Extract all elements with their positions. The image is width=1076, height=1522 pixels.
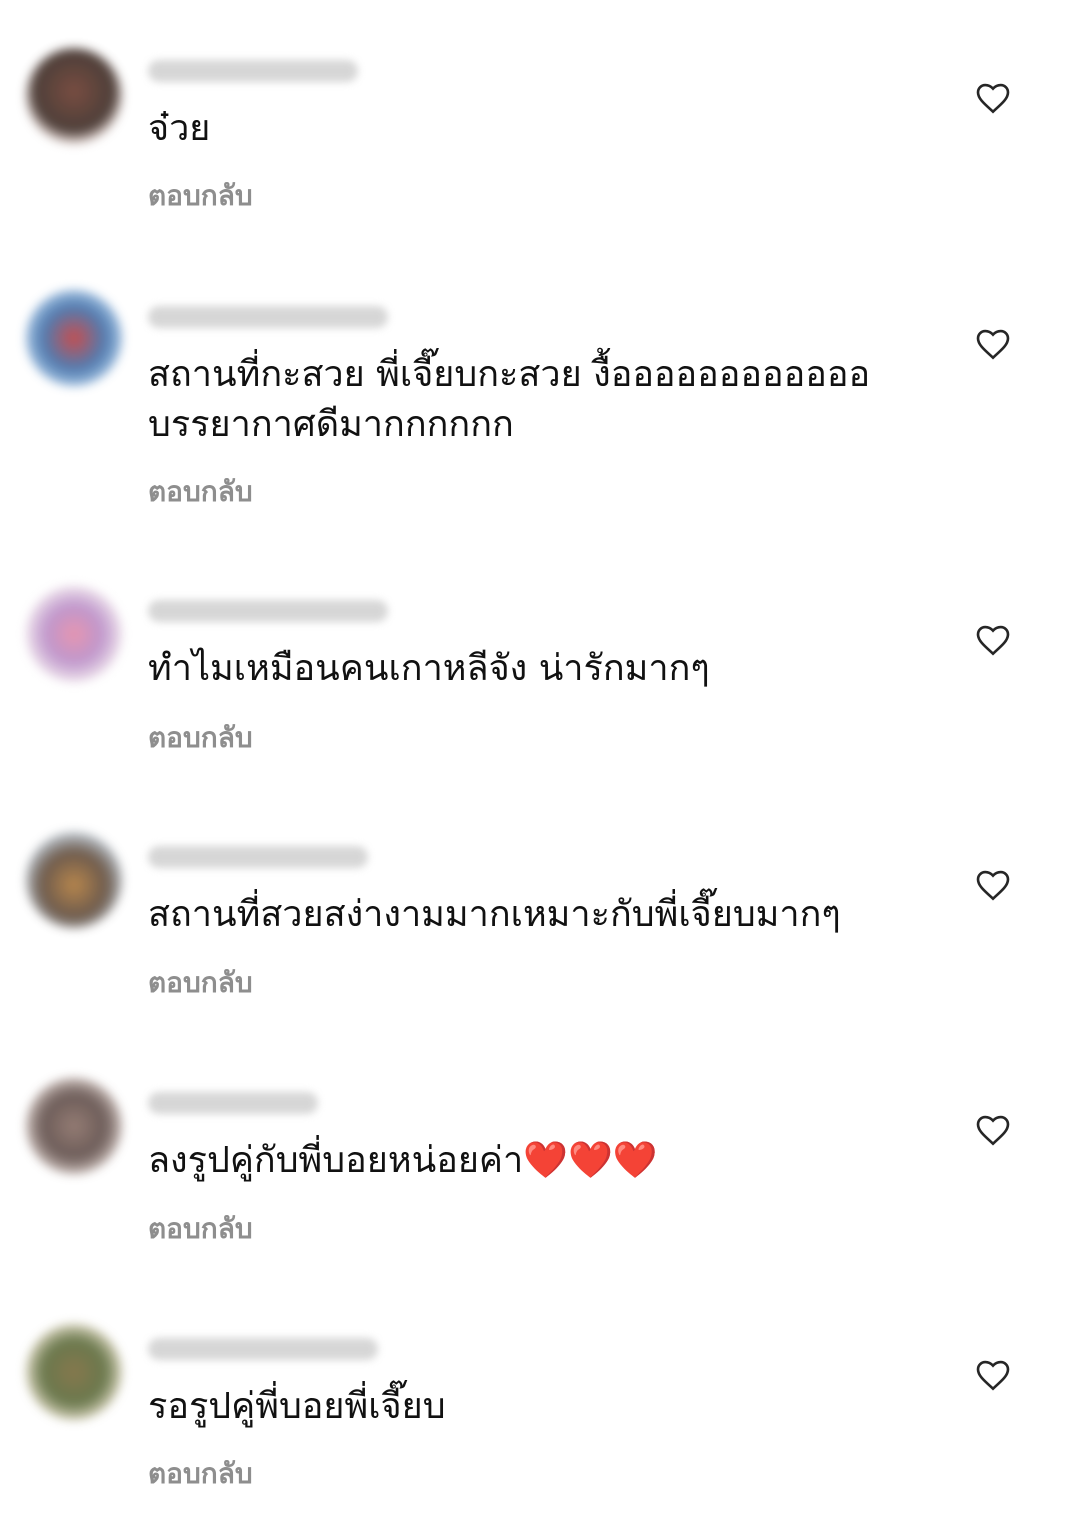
- reply-button[interactable]: ตอบกลับ: [148, 174, 253, 218]
- like-button[interactable]: [974, 80, 1012, 114]
- username-blurred[interactable]: [148, 60, 358, 82]
- like-button[interactable]: [974, 1357, 1012, 1391]
- heart-outline-icon: [974, 326, 1012, 360]
- reply-button[interactable]: ตอบกลับ: [148, 1452, 253, 1496]
- heart-outline-icon: [974, 867, 1012, 901]
- like-button[interactable]: [974, 622, 1012, 656]
- reply-button[interactable]: ตอบกลับ: [148, 1207, 253, 1251]
- reply-button[interactable]: ตอบกลับ: [148, 716, 253, 760]
- avatar[interactable]: [26, 48, 122, 144]
- username-blurred[interactable]: [148, 600, 388, 622]
- comment-text: สถานที่สวยสง่างามมากเหมาะกับพี่เจี๊ยบมาก…: [148, 894, 841, 935]
- username-blurred[interactable]: [148, 846, 368, 868]
- comment-text: รอรูปคู่พี่บอยพี่เจี๊ยบ: [148, 1386, 446, 1427]
- comment-text: สถานที่กะสวย พี่เจี๊ยบกะสวย งื้อออออออออ…: [148, 354, 871, 445]
- comment-text: ทำไมเหมือนคนเกาหลีจัง น่ารักมากๆ: [148, 648, 710, 689]
- username-blurred[interactable]: [148, 1092, 318, 1114]
- like-button[interactable]: [974, 867, 1012, 901]
- heart-outline-icon: [974, 1112, 1012, 1146]
- reply-button[interactable]: ตอบกลับ: [148, 470, 253, 514]
- avatar[interactable]: [26, 586, 122, 682]
- heart-outline-icon: [974, 1357, 1012, 1391]
- avatar[interactable]: [26, 832, 122, 928]
- like-button[interactable]: [974, 1112, 1012, 1146]
- comment-text: จ๋วย: [148, 108, 211, 149]
- like-button[interactable]: [974, 326, 1012, 360]
- username-blurred[interactable]: [148, 1338, 378, 1360]
- avatar[interactable]: [26, 1324, 122, 1420]
- username-blurred[interactable]: [148, 306, 388, 328]
- comment-text: ลงรูปคู่กับพี่บอยหน่อยค่า❤️❤️❤️: [148, 1140, 658, 1181]
- reply-button[interactable]: ตอบกลับ: [148, 961, 253, 1005]
- heart-outline-icon: [974, 80, 1012, 114]
- avatar[interactable]: [26, 290, 122, 386]
- heart-outline-icon: [974, 622, 1012, 656]
- avatar[interactable]: [26, 1078, 122, 1174]
